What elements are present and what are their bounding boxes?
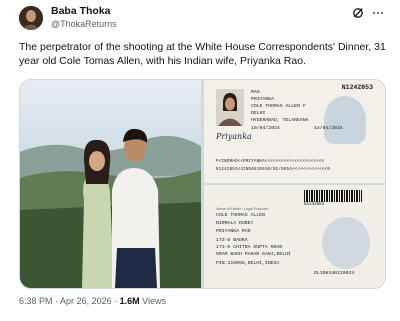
passport-back-field: DL106346120924 — [314, 271, 355, 276]
passport-back-field: GRAM BADH PAHAR GANJ,DELHI — [216, 252, 291, 257]
passport-back-field: 173-E BADKA — [216, 238, 248, 243]
passport-back-image[interactable]: N1242853 Name of Father / Legal Guardian… — [204, 185, 385, 288]
views-count: 1.6M — [119, 296, 140, 306]
passport-back-watermark — [322, 217, 370, 269]
grok-icon[interactable] — [352, 7, 364, 19]
passport-back-field: 173-E CHITRA GUPTA ROAD — [216, 245, 283, 250]
media-grid: N1242853 RAO PRIYANKA COLE THOMAS ALLEN … — [19, 79, 386, 289]
passport-number: N1242853 — [341, 84, 373, 91]
passport-field: COLE THOMAS ALLEN F — [251, 104, 306, 109]
meta-separator: · — [111, 296, 120, 306]
passport-field: HYDERABAD, TELANGANA — [251, 118, 309, 123]
passport-back-field: NIRMALA DUBEY — [216, 221, 254, 226]
passport-field: RAO — [251, 90, 260, 95]
passport-photo — [216, 89, 244, 126]
tweet-card: Baba Thoka @ThokaReturns The perpetrator… — [0, 0, 400, 321]
passport-field: PRIYANKA — [251, 97, 275, 102]
passport-watermark — [324, 96, 366, 144]
user-handle[interactable]: @ThokaReturns — [51, 18, 117, 30]
passport-signature: Priyanka — [216, 132, 252, 141]
passport-mrz-line: N1242853<4IND6610910/02/0954<<<<<<<<<<<<… — [216, 168, 330, 172]
passport-field: DELHI — [251, 111, 266, 116]
display-name[interactable]: Baba Thoka — [51, 5, 117, 18]
passport-back-label: Name of Father / Legal Guardian — [216, 207, 269, 211]
passport-front-image[interactable]: N1242853 RAO PRIYANKA COLE THOMAS ALLEN … — [204, 80, 385, 183]
tweet-time[interactable]: 6:38 PM — [19, 296, 53, 306]
passport-mrz-line: P<INDRAO<<PRIYANKA<<<<<<<<<<<<<<<<<<<<<< — [216, 160, 325, 164]
passport-field: 14/04/2034 — [314, 126, 343, 131]
passport-back-field: COLE THOMAS ALLEN — [216, 213, 265, 218]
barcode-number: N1242853 — [304, 203, 325, 207]
tweet-text: The perpetrator of the shooting at the W… — [19, 41, 386, 67]
passport-barcode — [304, 190, 362, 202]
tweet-date[interactable]: Apr 26, 2026 — [60, 296, 112, 306]
more-icon[interactable] — [372, 7, 384, 19]
meta-separator: · — [52, 296, 61, 306]
tweet-meta: 6:38 PM · Apr 26, 2026 · 1.6M Views — [19, 295, 166, 307]
passport-back-field: PRIYANKA RAO — [216, 229, 251, 234]
avatar[interactable] — [19, 6, 43, 30]
passport-back-field: PIN:110055,DELHI,INDIA — [216, 261, 280, 266]
author-block[interactable]: Baba Thoka @ThokaReturns — [51, 5, 117, 30]
passport-field: 19/04/2024 — [251, 126, 280, 131]
couple-photo[interactable] — [20, 80, 201, 288]
views-label: Views — [139, 296, 166, 306]
